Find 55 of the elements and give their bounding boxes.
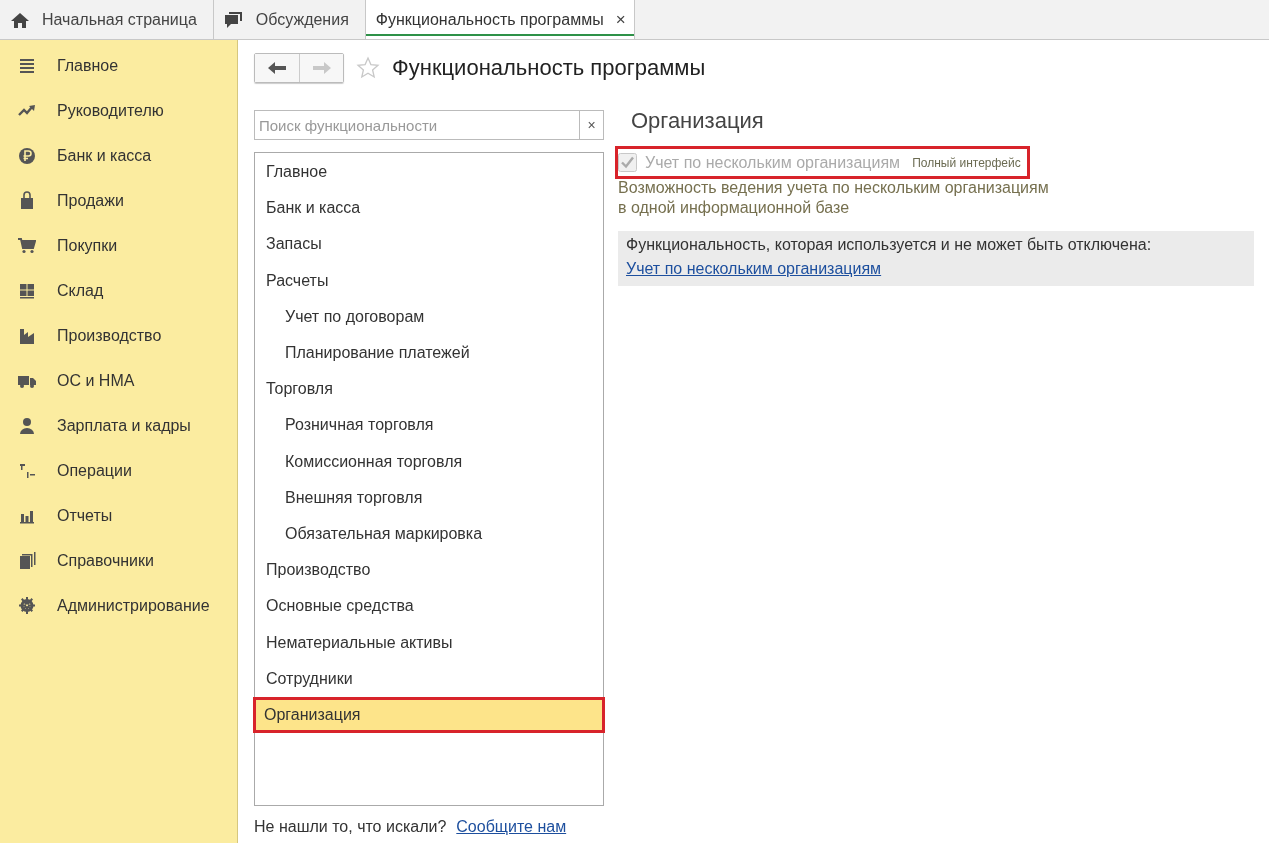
chat-icon <box>223 9 244 30</box>
bag-icon <box>18 190 36 211</box>
sidebar-item[interactable]: Производство <box>57 326 162 345</box>
section-item[interactable]: Основные средства <box>255 588 603 625</box>
option-link[interactable]: Учет по нескольким организациям <box>626 260 882 277</box>
close-icon[interactable]: × <box>615 9 626 30</box>
feedback-link[interactable]: Сообщите нам <box>456 818 567 836</box>
tab-label: Обсуждения <box>255 10 349 29</box>
search-field[interactable]: Поиск функциональности × <box>254 110 604 140</box>
person-icon <box>18 415 36 436</box>
sidebar-item[interactable]: Операции <box>57 461 132 480</box>
page-title: Функциональность программы <box>392 55 706 81</box>
sidebar-item[interactable]: Покупки <box>57 236 118 255</box>
back-button[interactable] <box>255 54 299 82</box>
ruble-icon <box>18 145 36 166</box>
section-item[interactable]: Планирование платежей <box>255 334 603 372</box>
right-arrow-icon <box>311 61 332 75</box>
sidebar-item[interactable]: ОС и НМА <box>57 371 135 390</box>
cart-icon <box>18 235 36 256</box>
sidebar-item[interactable]: Справочники <box>57 551 154 570</box>
section-item[interactable]: Организация <box>253 696 605 733</box>
notice-text: Функциональность, которая используется и не может быть отключена: <box>626 236 1153 254</box>
section-item[interactable]: Розничная торговля <box>255 407 603 444</box>
sidebar-item[interactable]: Продажи <box>57 191 124 210</box>
sidebar-item[interactable]: Отчеты <box>57 506 113 525</box>
section-item[interactable]: Нематериальные активы <box>255 624 603 661</box>
section-item[interactable]: Торговля <box>255 371 603 408</box>
section-item[interactable]: Сотрудники <box>255 660 603 697</box>
settings-icon <box>18 595 36 616</box>
tab-label: Начальная страница <box>42 10 197 29</box>
sidebar-item[interactable]: Главное <box>57 56 119 75</box>
star-icon[interactable] <box>356 56 380 80</box>
section-item[interactable]: Комиссионная торговля <box>255 443 603 480</box>
books-icon <box>18 550 36 571</box>
section-item[interactable]: Главное <box>255 154 603 191</box>
section-item[interactable]: Производство <box>255 552 603 589</box>
sidebar-item[interactable]: Руководителю <box>57 101 164 120</box>
section-item[interactable]: Расчеты <box>255 262 603 299</box>
interface-label: Полный интерфейс <box>912 155 1021 170</box>
section-item[interactable]: Запасы <box>255 226 603 263</box>
sidebar-item[interactable]: Администрирование <box>57 596 210 615</box>
tab[interactable]: Функциональность программы × <box>365 0 635 39</box>
section-item[interactable]: Банк и касса <box>255 190 603 227</box>
option-label: Учет по нескольким организациям <box>645 153 901 172</box>
tab-label: Функциональность программы <box>375 10 604 29</box>
left-arrow-icon <box>267 61 287 75</box>
section-heading: Организация <box>630 108 765 134</box>
footer-text: Не нашли то, что искали? <box>254 818 447 836</box>
section-item[interactable]: Обязательная маркировка <box>255 515 603 553</box>
section-item[interactable]: Учет по договорам <box>255 298 603 335</box>
sidebar-item[interactable]: Банк и касса <box>57 146 152 165</box>
sidebar-item[interactable]: Склад <box>57 281 104 300</box>
section-item[interactable]: Внешняя торговля <box>255 479 603 516</box>
sidebar-item[interactable]: Зарплата и кадры <box>57 416 191 435</box>
option-description: Возможность ведения учета по нескольким организациям в одной информационной базе <box>618 178 1050 218</box>
